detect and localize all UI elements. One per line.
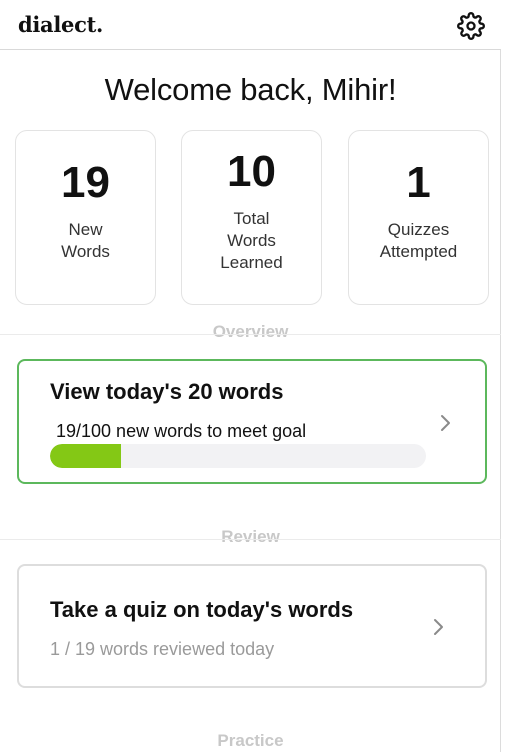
stat-label: Quizzes [387, 220, 450, 239]
welcome-heading: Welcome back, Mihir! [104, 72, 397, 107]
top-bar: dialect. [0, 0, 501, 50]
app-logo[interactable]: dialect. [18, 12, 103, 37]
card-title: Take a quiz on today's words [50, 597, 354, 622]
section-label-review: Review [221, 527, 280, 546]
view-todays-words-card[interactable]: View today's 20 words 19/100 new words t… [17, 359, 487, 484]
take-quiz-card[interactable]: Take a quiz on today's words 1 / 19 word… [17, 564, 487, 688]
stat-card-new-words: 19 New Words [15, 130, 156, 305]
chevron-right-icon[interactable] [430, 616, 448, 638]
gear-icon[interactable] [457, 12, 485, 40]
divider [0, 539, 501, 540]
goal-progress-fill [50, 444, 122, 468]
section-label-practice: Practice [217, 731, 284, 750]
goal-text: 19/100 new words to meet goal [56, 421, 307, 441]
chevron-right-icon[interactable] [437, 412, 455, 434]
stat-value: 19 [61, 158, 110, 207]
stat-label: Learned [220, 253, 283, 272]
stat-label: Attempted [379, 242, 458, 261]
stat-label: Words [61, 242, 110, 261]
reviewed-count-text: 1 / 19 words reviewed today [50, 639, 275, 659]
stat-label: Total [233, 209, 270, 228]
stat-card-quizzes: 1 Quizzes Attempted [348, 130, 489, 305]
section-label-overview: Overview [212, 322, 289, 341]
stat-value: 10 [227, 147, 276, 196]
divider [0, 334, 501, 335]
stat-label: New [68, 220, 103, 239]
stat-label: Words [227, 231, 276, 250]
card-title: View today's 20 words [50, 379, 284, 404]
app-window: dialect. Welcome back, Mihir! 19 New Wor… [0, 0, 501, 752]
stat-card-total-words: 10 Total Words Learned [181, 130, 322, 305]
stat-value: 1 [406, 158, 431, 207]
goal-progress-bar [50, 444, 426, 468]
